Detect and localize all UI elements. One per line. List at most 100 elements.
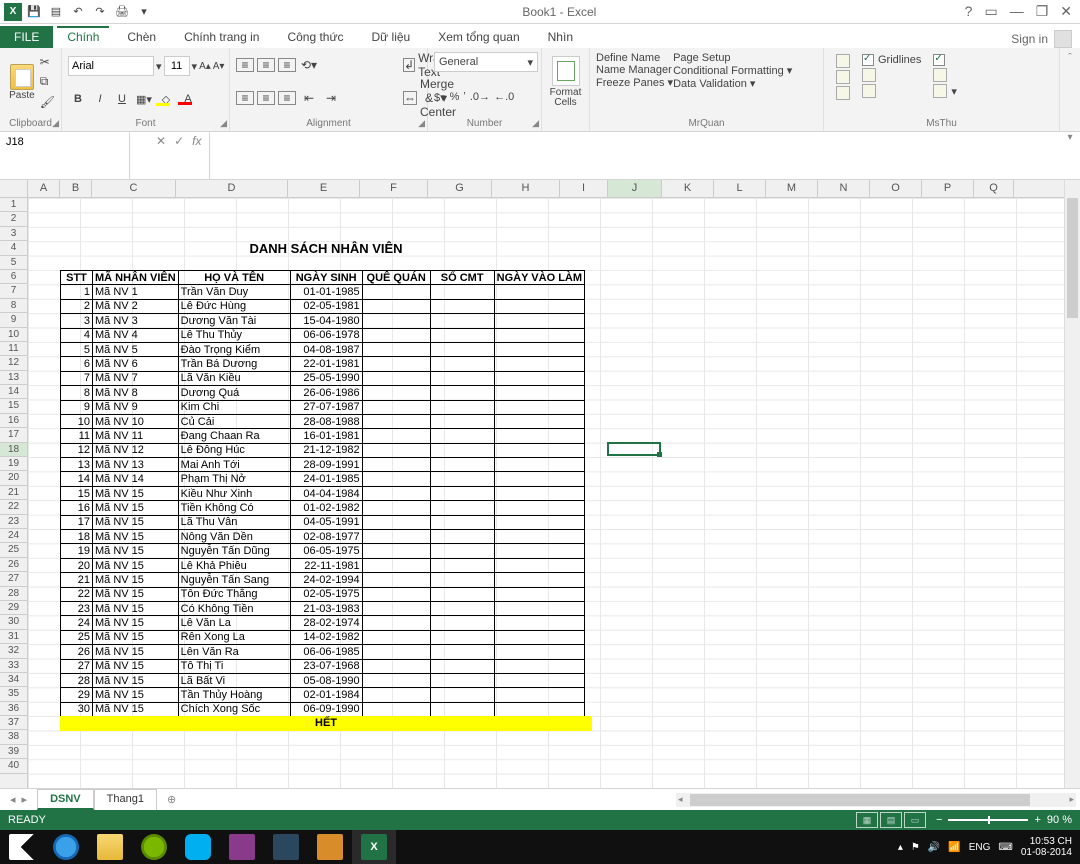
cell[interactable]: 06-09-1990 — [290, 702, 362, 716]
row-header[interactable]: 13 — [0, 371, 27, 385]
cell[interactable]: Lê Thu Thủy — [178, 328, 290, 342]
cell[interactable] — [430, 530, 494, 544]
select-all-corner[interactable] — [0, 180, 28, 198]
row-header[interactable]: 6 — [0, 270, 27, 284]
cell[interactable] — [362, 429, 430, 443]
accounting-format-button[interactable]: $▾ — [434, 91, 446, 104]
ribbon-tab-dữ-liệu[interactable]: Dữ liệu — [358, 26, 425, 48]
cell[interactable]: 06-06-1985 — [290, 645, 362, 659]
row-header[interactable]: 26 — [0, 558, 27, 572]
orientation-button[interactable]: ⟲▾ — [300, 58, 318, 72]
row-header[interactable]: 4 — [0, 241, 27, 255]
cell[interactable]: Mã NV 6 — [93, 357, 179, 371]
cell[interactable] — [362, 414, 430, 428]
italic-button[interactable]: I — [90, 93, 110, 105]
cell[interactable] — [494, 630, 584, 644]
file-tab[interactable]: FILE — [0, 26, 53, 48]
new-sheet-button[interactable]: ⊕ — [157, 793, 186, 806]
cell[interactable]: Mã NV 15 — [93, 544, 179, 558]
copy-button[interactable]: ⧉ — [40, 74, 55, 89]
cell[interactable]: Mã NV 15 — [93, 673, 179, 687]
cell[interactable]: Đang Chaan Ra — [178, 429, 290, 443]
cell[interactable]: Tần Thủy Hoàng — [178, 688, 290, 702]
row-header[interactable]: 29 — [0, 601, 27, 615]
scroll-left-button[interactable]: ◂ — [678, 794, 683, 805]
row-header[interactable]: 1 — [0, 198, 27, 212]
cell[interactable] — [430, 630, 494, 644]
cell[interactable]: Mã NV 15 — [93, 501, 179, 515]
indent-inc-button[interactable]: ⇥ — [322, 91, 340, 105]
column-header[interactable]: G — [428, 180, 492, 197]
dialog-launcher[interactable]: ◢ — [52, 118, 59, 129]
column-header[interactable]: B — [60, 180, 92, 197]
cell[interactable]: 22-01-1981 — [290, 357, 362, 371]
cell[interactable]: 1 — [61, 285, 93, 299]
msthu-chk-2[interactable] — [933, 54, 957, 66]
align-bottom-button[interactable]: ≡ — [278, 58, 296, 72]
cell[interactable] — [362, 285, 430, 299]
cell[interactable]: 2 — [61, 299, 93, 313]
cell[interactable]: Mã NV 3 — [93, 314, 179, 328]
cell[interactable] — [494, 587, 584, 601]
column-header[interactable]: E — [288, 180, 360, 197]
zoom-out-button[interactable]: − — [936, 814, 942, 826]
cell[interactable]: 23 — [61, 601, 93, 615]
cell[interactable]: 10 — [61, 414, 93, 428]
cell[interactable] — [430, 688, 494, 702]
cell[interactable] — [430, 659, 494, 673]
ribbon-tab-chính[interactable]: Chính — [53, 26, 113, 48]
percent-button[interactable]: % — [450, 91, 460, 104]
dialog-launcher[interactable]: ◢ — [220, 118, 227, 129]
cell[interactable] — [430, 616, 494, 630]
cell[interactable]: Mã NV 8 — [93, 386, 179, 400]
cell[interactable] — [430, 342, 494, 356]
cell[interactable] — [494, 371, 584, 385]
indent-dec-button[interactable]: ⇤ — [300, 91, 318, 105]
cell[interactable] — [494, 285, 584, 299]
cell[interactable]: 28-08-1988 — [290, 414, 362, 428]
cell[interactable]: 27-07-1987 — [290, 400, 362, 414]
cell[interactable]: 3 — [61, 314, 93, 328]
cell[interactable]: 30 — [61, 702, 93, 716]
cell[interactable]: Mã NV 10 — [93, 414, 179, 428]
column-header[interactable]: H — [492, 180, 560, 197]
column-header[interactable]: N — [818, 180, 870, 197]
cell[interactable] — [430, 673, 494, 687]
cell[interactable]: Lê Đức Hùng — [178, 299, 290, 313]
row-header[interactable]: 9 — [0, 313, 27, 327]
cell[interactable]: 8 — [61, 386, 93, 400]
cell[interactable]: 29 — [61, 688, 93, 702]
cell[interactable]: Mã NV 11 — [93, 429, 179, 443]
cell[interactable] — [362, 530, 430, 544]
cell[interactable]: Tiền Không Có — [178, 501, 290, 515]
vertical-scrollbar[interactable] — [1064, 180, 1080, 788]
row-header[interactable]: 24 — [0, 529, 27, 543]
cell[interactable]: 01-02-1982 — [290, 501, 362, 515]
cell[interactable]: Mã NV 2 — [93, 299, 179, 313]
column-header[interactable]: D — [176, 180, 288, 197]
cell[interactable]: 27 — [61, 659, 93, 673]
cell[interactable] — [430, 458, 494, 472]
cell[interactable]: 28 — [61, 673, 93, 687]
cell[interactable]: 24 — [61, 616, 93, 630]
row-header[interactable]: 30 — [0, 615, 27, 629]
cell[interactable] — [494, 299, 584, 313]
scrollbar-thumb[interactable] — [690, 794, 1030, 806]
cell[interactable]: Lã Văn Kiều — [178, 371, 290, 385]
page-break-button[interactable]: ▭ — [904, 812, 926, 828]
cell[interactable]: 15 — [61, 486, 93, 500]
cell[interactable] — [494, 486, 584, 500]
sheet-nav-last[interactable]: ▸ — [22, 793, 28, 806]
page-layout-button[interactable]: ▤ — [880, 812, 902, 828]
cell[interactable] — [494, 645, 584, 659]
sheet-nav-first[interactable]: ◂ — [10, 793, 16, 806]
language-indicator[interactable]: ENG — [969, 842, 991, 853]
cell[interactable]: 28-09-1991 — [290, 458, 362, 472]
cell[interactable]: Lã Thu Vân — [178, 515, 290, 529]
gridlines-toggle[interactable]: Gridlines — [862, 54, 921, 66]
msthu-btn-8[interactable] — [933, 68, 957, 82]
close-button[interactable]: ✕ — [1060, 3, 1072, 20]
cell[interactable] — [362, 342, 430, 356]
decrease-decimal-button[interactable]: ←.0 — [494, 91, 514, 104]
row-header[interactable]: 5 — [0, 256, 27, 270]
